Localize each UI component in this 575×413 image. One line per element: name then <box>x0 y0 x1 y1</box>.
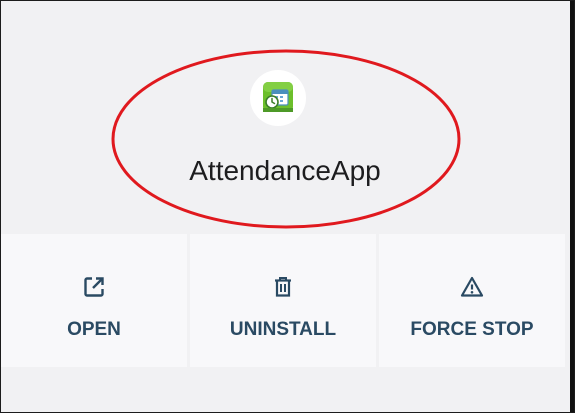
uninstall-label: UNINSTALL <box>229 319 337 340</box>
app-icon-container <box>250 70 306 126</box>
app-name-title: AttendanceApp <box>189 155 381 186</box>
frame-edge-divider <box>570 1 574 412</box>
uninstall-button[interactable]: UNINSTALL <box>190 234 376 367</box>
open-button[interactable]: OPEN <box>1 234 187 367</box>
open-label: OPEN <box>67 319 121 340</box>
force-stop-label: FORCE STOP <box>410 319 534 340</box>
force-stop-button[interactable]: FORCE STOP <box>379 234 565 367</box>
attendance-app-icon <box>263 82 293 112</box>
trash-icon <box>275 277 291 297</box>
warning-triangle-icon <box>460 276 484 297</box>
open-external-icon <box>84 277 104 297</box>
app-info-screen: AttendanceApp OPEN UNINSTALL FORCE STOP <box>0 0 575 413</box>
app-actions-bar: OPEN UNINSTALL FORCE STOP <box>1 234 565 367</box>
